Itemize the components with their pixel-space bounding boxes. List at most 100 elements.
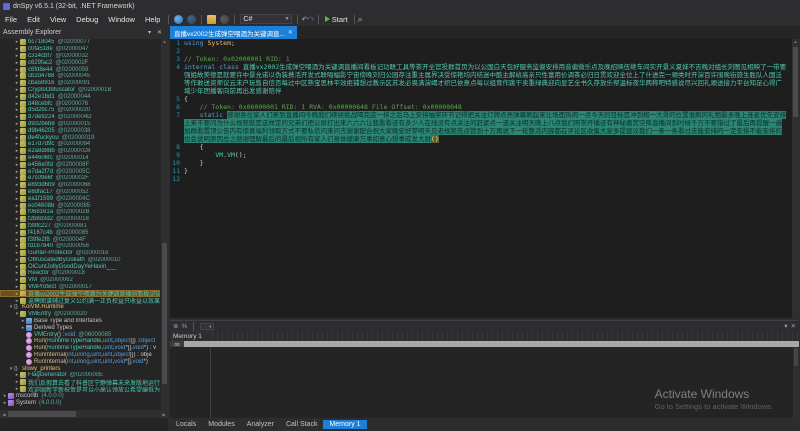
tool-tab-analyzer[interactable]: Analyzer <box>241 420 280 429</box>
save-all-icon[interactable] <box>220 14 230 24</box>
tree-item[interactable]: RunInternal(int, ulong, uint, uint, void… <box>0 358 160 365</box>
tree-item[interactable]: ▸ mscorlib (4.0.0.0) <box>0 392 160 399</box>
menu-view[interactable]: View <box>45 15 71 24</box>
tree-item[interactable]: ▾ VMEntry @02000020 <box>0 311 160 318</box>
tree-item[interactable]: ▸ e17d7d9c @02000084 <box>0 141 160 148</box>
assembly-tree[interactable]: ▸ bc718045 @02000077 ▸ c0fa518e @02000047 ▸ c31… <box>0 39 160 410</box>
tool-tab-memory-1[interactable]: Memory 1 <box>323 420 367 429</box>
tree-item[interactable]: ▸ bc718045 @02000077 <box>0 39 160 46</box>
window-position-icon[interactable]: ▾ <box>784 322 787 330</box>
tree-item[interactable]: ▸ c0fa518e @02000047 <box>0 46 160 53</box>
code-token: // Token: 0x06000001 RID: 1 RVA: 0x00000… <box>199 103 462 111</box>
menu-debug[interactable]: Debug <box>71 15 103 24</box>
tree-item[interactable]: Run(RuntimeTypeHandle, uint, object[]) :… <box>0 338 160 345</box>
memory-vertical-scrollbar[interactable] <box>793 347 799 419</box>
tree-item[interactable]: Run(RuntimeTypeHandle, uint, void *[], vo… <box>0 345 160 352</box>
tree-horizontal-scrollbar[interactable]: ◀ ▶ <box>0 410 168 418</box>
tree-item[interactable]: ▸ Base Type and Interfaces <box>0 318 160 325</box>
tree-item[interactable]: ▸ ec04608b @02000085 <box>0 202 160 209</box>
tree-item[interactable]: ▸ 我们反假算去看了科普区宁静弹幕未来发版地运行直接 <box>0 379 160 386</box>
tree-item[interactable]: ▸ e456e0fd @0200008F <box>0 161 160 168</box>
tree-item[interactable]: ▸ e7c09e6f @0200002F <box>0 175 160 182</box>
scroll-left-icon[interactable]: ◀ <box>0 412 8 417</box>
tree-item[interactable]: ▸ ObfuscatedByGoliath @02000010 <box>0 256 160 264</box>
close-icon[interactable]: ✕ <box>288 29 293 36</box>
tool-tab-locals[interactable]: Locals <box>170 420 202 429</box>
window-position-icon[interactable]: ▾ <box>145 29 154 36</box>
tree-item[interactable]: ▸ f4167c4b @02000085 <box>0 229 160 236</box>
menu-file[interactable]: File <box>0 15 22 24</box>
tree-item[interactable]: ▸ c314cbf7 @02000032 <box>0 52 160 60</box>
tree-item[interactable]: ▾slowy_printers <box>0 365 160 372</box>
tree-item[interactable]: ▸ System (4.0.0.0) <box>0 399 160 406</box>
memory-options-icon[interactable]: ≣ <box>173 322 178 330</box>
tree-item[interactable]: ▸ e2a8d88b @02000028 <box>0 148 160 155</box>
memory-refresh-icon[interactable]: % <box>181 323 187 330</box>
tree-item[interactable]: ▸ d5d2bc75 @02000020 <box>0 107 160 114</box>
tree-item[interactable]: ▸ d932beb8 @02000015 <box>0 120 160 128</box>
tree-item[interactable]: ▸ de4fuckyou @02000019 <box>0 134 160 141</box>
redo-icon[interactable]: ↷ <box>308 15 315 24</box>
scrollbar-thumb[interactable] <box>793 47 798 117</box>
scroll-up-icon[interactable]: ▲ <box>161 39 168 46</box>
search-icon[interactable]: ⌕ <box>358 14 363 25</box>
menu-edit[interactable]: Edit <box>22 15 45 24</box>
scrollbar-thumb[interactable] <box>794 348 798 366</box>
tree-item[interactable]: ▸ fd1b7840 @02000058 <box>0 243 160 250</box>
tree-item[interactable]: ▸ cb2d4788 @02000045 <box>0 73 160 80</box>
scroll-right-icon[interactable]: ▶ <box>160 412 168 417</box>
menu-window[interactable]: Window <box>103 15 140 24</box>
tree-item[interactable]: ▸ f39fc227 @02000081 <box>0 222 160 230</box>
tree-item[interactable]: ▸ VMProtect @02000017 <box>0 284 160 291</box>
code-editor[interactable]: 1 using System; 2 3 // Token: 0x02000001 RID… <box>170 39 792 318</box>
close-icon[interactable]: ✕ <box>154 29 165 36</box>
tree-item[interactable]: ▸ e44606fc @02000014 <box>0 154 160 162</box>
tree-item[interactable]: ▸ d7de9224 @0200004D <box>0 114 160 121</box>
tree-item[interactable]: ▸ e893d6b9 @02000068 <box>0 182 160 189</box>
tree-item[interactable]: ▸ Reactor @02000018 <box>0 270 160 277</box>
tree-item[interactable]: ▸ cba58916 @02000091 <box>0 80 160 87</box>
tree-item[interactable]: ▸ Gunter-Protector @02000016 <box>0 250 160 257</box>
close-icon[interactable]: ✕ <box>791 322 796 330</box>
tree-item[interactable]: ▸ e7da2f7d @0200005C <box>0 168 160 175</box>
tree-item[interactable]: ▸ VM @02000062 <box>0 277 160 284</box>
open-file-icon[interactable] <box>207 14 217 24</box>
scrollbar-thumb[interactable] <box>162 243 167 385</box>
tree-item[interactable]: ▸ 返聘图谱辅过复义公约满一正负权益只收益以效果增势 <box>0 297 160 304</box>
tree-item[interactable]: ▸ ea1f1599 @0200004C <box>0 195 160 202</box>
document-tab-active[interactable]: 直播vx2002生成弹空喂酒为关键调直... ✕ <box>170 26 297 39</box>
scrollbar-thumb[interactable] <box>8 411 77 417</box>
tree-item[interactable]: ▸ c629fac2 @0200002F <box>0 59 160 66</box>
tree-item[interactable]: ▸ f068161a @0200002B <box>0 209 160 216</box>
tree-item[interactable]: RunInternal(int, ulong, uint, uint, obje… <box>0 352 160 359</box>
tree-item[interactable]: ▸ e8dfac17 @02000052 <box>0 188 160 196</box>
tree-item[interactable]: ▸ f2b8d3d2 @02000018 <box>0 216 160 223</box>
tree-item[interactable]: ▸ d48cebfc @02000076 <box>0 100 160 107</box>
tree-item-selected[interactable]: ▸直播vx2002生成弹空喂酒为关键调直播间看板记功联工具 <box>0 290 160 298</box>
tool-tab-call-stack[interactable]: Call Stack <box>280 420 324 429</box>
tree-item[interactable]: ▸ f39fe2f8 @0200004F <box>0 236 160 243</box>
navigate-forward-icon[interactable] <box>187 14 197 24</box>
tree-item[interactable]: ▸ d9b46205 @02000038 <box>0 127 160 134</box>
memory-content[interactable]: Activate Windows Go to Settings to activ… <box>170 347 799 419</box>
undo-icon[interactable]: ↶ <box>301 15 308 24</box>
tree-item[interactable]: ▸ 欢迎国新学新祝贺是可以小高认领放公希望编低为效主 <box>0 386 160 393</box>
tree-item[interactable]: ▸ c6fd8e44 @02000059 <box>0 66 160 73</box>
class-icon <box>20 386 26 393</box>
tree-item[interactable]: ▸ CryptoObfuscator @0200001B <box>0 86 160 94</box>
language-combobox[interactable]: C# ▼ <box>240 14 293 24</box>
start-debug-button[interactable]: Start <box>322 15 351 24</box>
tree-vertical-scrollbar[interactable]: ▲ <box>161 39 168 410</box>
memory-process-combobox[interactable]: ▼ <box>200 322 215 330</box>
menu-help[interactable]: Help <box>140 15 165 24</box>
tree-item[interactable]: VMEntry() : void @06000085 <box>0 331 160 338</box>
tree-item[interactable]: ▸ Derived Types <box>0 324 160 331</box>
tree-item[interactable]: ▾KoiVM.Runtime <box>0 304 160 311</box>
tool-tab-modules[interactable]: Modules <box>202 420 240 429</box>
tree-item[interactable]: ▸ FlagGenerator @0200000E <box>0 372 160 379</box>
tree-item[interactable]: ▸ d42e1bd1 @02000044 <box>0 93 160 100</box>
scroll-up-icon[interactable]: ▲ <box>792 39 799 46</box>
navigate-back-icon[interactable] <box>174 14 184 24</box>
tree-item[interactable]: ▸ OiCuntJollyGoodDayYeHavin___ <box>0 263 160 270</box>
editor-vertical-scrollbar[interactable]: ▲ <box>792 39 799 318</box>
